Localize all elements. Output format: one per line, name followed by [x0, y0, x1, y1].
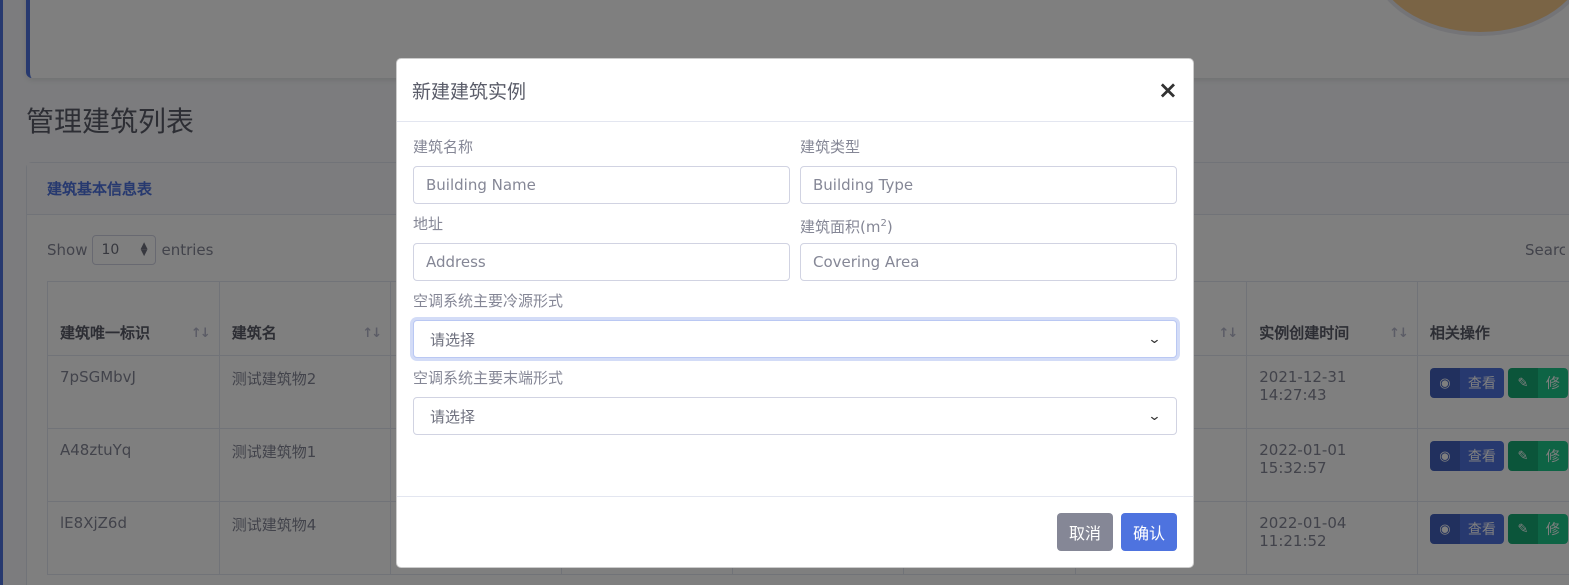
building-type-input[interactable] — [800, 166, 1177, 204]
building-type-label: 建筑类型 — [800, 138, 861, 156]
terminal-label: 空调系统主要末端形式 — [413, 369, 564, 387]
address-label: 地址 — [413, 215, 444, 233]
cold-source-select[interactable]: 请选择 ⌄ — [413, 320, 1177, 358]
modal-footer: 取消 确认 — [397, 496, 1193, 567]
address-input[interactable] — [413, 243, 790, 281]
area-input[interactable] — [800, 243, 1177, 281]
cancel-button[interactable]: 取消 — [1056, 513, 1113, 551]
building-name-label: 建筑名称 — [413, 138, 474, 156]
close-icon[interactable]: × — [1158, 78, 1178, 102]
cold-source-label: 空调系统主要冷源形式 — [413, 292, 564, 310]
modal-header: 新建建筑实例 × — [397, 59, 1193, 122]
modal-body: 建筑名称 建筑类型 地址 建筑面积(m2) 空调系统主要冷源形式 请选择 ⌄ — [397, 122, 1193, 435]
building-name-input[interactable] — [413, 166, 790, 204]
chevron-down-icon: ⌄ — [1147, 331, 1162, 347]
area-label: 建筑面积(m2) — [800, 218, 893, 236]
terminal-value: 请选择 — [430, 407, 476, 426]
confirm-button[interactable]: 确认 — [1120, 513, 1177, 551]
new-building-modal: 新建建筑实例 × 建筑名称 建筑类型 地址 建筑面积(m2) 空 — [396, 58, 1194, 568]
chevron-down-icon: ⌄ — [1147, 408, 1162, 424]
modal-title: 新建建筑实例 — [412, 80, 527, 103]
terminal-select[interactable]: 请选择 ⌄ — [413, 397, 1177, 435]
cold-source-value: 请选择 — [430, 330, 476, 349]
